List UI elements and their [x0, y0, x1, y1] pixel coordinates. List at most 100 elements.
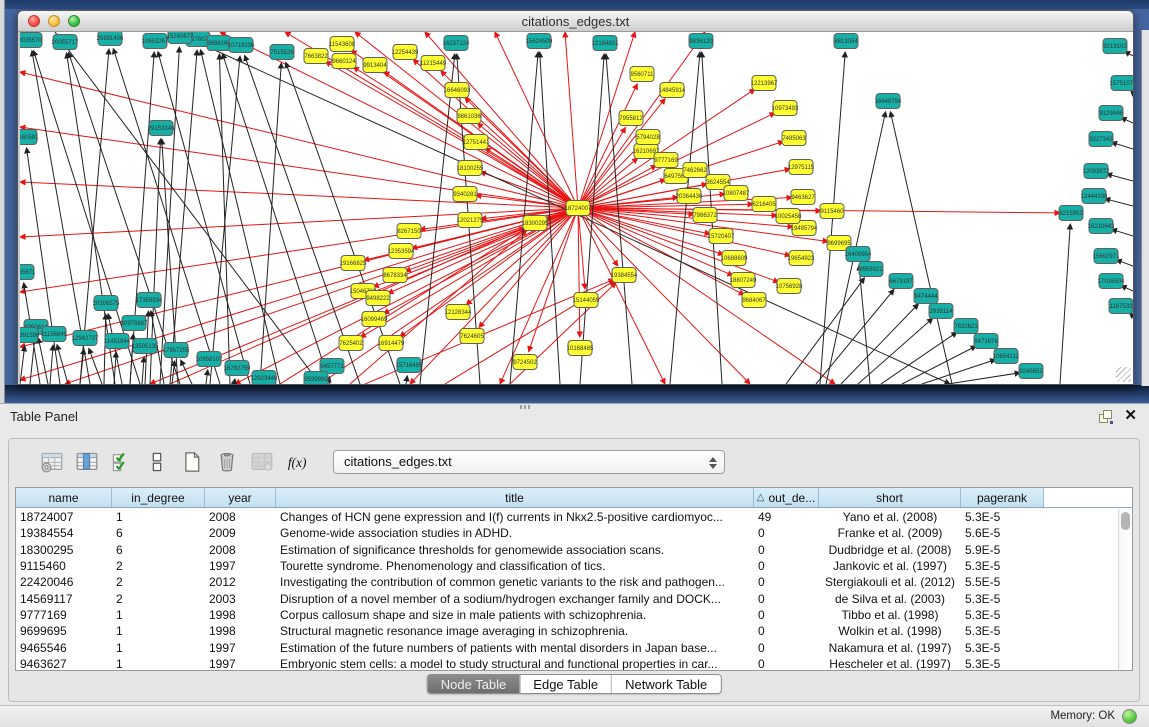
graph-node[interactable]: 16648794 [875, 94, 902, 109]
cell-pagerank[interactable]: 5.3E-5 [961, 608, 1044, 622]
graph-node[interactable]: 26160591 [20, 130, 39, 145]
graph-node[interactable]: 9227343 [1089, 132, 1113, 147]
graph-node[interactable]: 18724007 [565, 201, 592, 216]
panel-resize-grip[interactable] [520, 405, 532, 409]
graph-node[interactable]: 9599995 [304, 372, 328, 385]
graph-node[interactable]: 20206575 [93, 296, 120, 311]
stacked-checkboxes-icon[interactable] [144, 449, 170, 475]
graph-node[interactable]: 12444190 [1081, 189, 1108, 204]
cell-out_degree[interactable]: 0 [754, 559, 819, 573]
graph-node[interactable]: 12353594 [388, 244, 415, 259]
cell-in_degree[interactable]: 2 [112, 559, 205, 573]
graph-node[interactable]: 16782759 [224, 361, 251, 376]
graph-node[interactable]: 16409954 [845, 247, 872, 262]
column-header-name[interactable]: name [16, 488, 112, 507]
graph-node[interactable]: 25991406 [97, 32, 124, 46]
cell-year[interactable]: 2012 [205, 575, 276, 589]
graph-node[interactable]: 8215953 [1059, 206, 1083, 221]
float-panel-icon[interactable] [1099, 410, 1112, 423]
cell-in_degree[interactable]: 2 [112, 592, 205, 606]
graph-node[interactable]: 7515526 [270, 45, 294, 60]
graph-node[interactable]: 9498222 [366, 291, 390, 306]
cell-out_degree[interactable]: 0 [754, 543, 819, 557]
column-header-pagerank[interactable]: pagerank [961, 488, 1044, 507]
control-panel-edge[interactable] [0, 0, 5, 403]
cell-out_degree[interactable]: 0 [754, 592, 819, 606]
graph-node[interactable]: 18100255 [457, 161, 484, 176]
graph-node[interactable]: 9115460 [820, 204, 844, 219]
cell-in_degree[interactable]: 1 [112, 657, 205, 670]
graph-node[interactable]: 11156849 [41, 327, 67, 342]
window-resize-grip[interactable] [1116, 367, 1131, 382]
graph-node[interactable]: 19654923 [788, 251, 815, 266]
graph-node[interactable]: 16210643 [1088, 219, 1115, 234]
cell-year[interactable]: 1998 [205, 608, 276, 622]
create-new-table-icon[interactable] [179, 449, 205, 475]
graph-node[interactable]: 2935114 [929, 304, 953, 319]
graph-node[interactable]: 17016504 [1098, 274, 1125, 289]
graph-node[interactable]: 7663822 [304, 49, 328, 64]
cell-in_degree[interactable]: 2 [112, 575, 205, 589]
column-header-title[interactable]: title [276, 488, 754, 507]
graph-node[interactable]: 7625402 [339, 336, 363, 351]
graph-node[interactable]: 12923448 [251, 371, 278, 385]
cell-name[interactable]: 22420046 [16, 575, 112, 589]
graph-node[interactable]: 8267150 [397, 224, 421, 239]
graph-node[interactable]: 10835671 [20, 265, 36, 280]
table-row[interactable]: 946362711997Embryonic stem cells: a mode… [16, 656, 1118, 670]
cell-out_degree[interactable]: 0 [754, 624, 819, 638]
graph-node[interactable]: 7955812 [619, 111, 643, 126]
graph-node[interactable]: 17359934 [136, 293, 163, 308]
cell-pagerank[interactable]: 5.3E-5 [961, 624, 1044, 638]
graph-node[interactable]: 18807249 [730, 273, 757, 288]
tab-node-table[interactable]: Node Table [428, 675, 520, 693]
graph-node[interactable]: 7462662 [683, 163, 707, 178]
graph-node[interactable]: 9660124 [332, 54, 356, 69]
graph-node[interactable]: 10168485 [567, 341, 594, 356]
cell-title[interactable]: Structural magnetic resonance image aver… [276, 624, 754, 638]
graph-node[interactable]: 18300295 [522, 216, 549, 231]
graph-node[interactable]: 8471676 [974, 334, 998, 349]
graph-node[interactable]: 9474444 [914, 289, 938, 304]
graph-node[interactable]: 10025458 [775, 209, 802, 224]
cell-short[interactable]: Jankovic et al. (1997) [819, 559, 961, 573]
cell-out_degree[interactable]: 0 [754, 526, 819, 540]
graph-node[interactable]: 9836120 [689, 34, 713, 49]
cell-out_degree[interactable]: 0 [754, 657, 819, 670]
cell-title[interactable]: Genome-wide association studies in ADHD. [276, 526, 754, 540]
cell-title[interactable]: Embryonic stem cells: a model to study s… [276, 657, 754, 670]
graph-node[interactable]: 12254439 [392, 45, 419, 60]
select-apply-icon[interactable] [109, 449, 135, 475]
graph-node[interactable]: 12751441 [463, 135, 490, 150]
minimize-window-icon[interactable] [48, 15, 60, 27]
cell-pagerank[interactable]: 5.6E-5 [961, 526, 1044, 540]
cell-short[interactable]: Dudbridge et al. (2008) [819, 543, 961, 557]
cell-name[interactable]: 9699695 [16, 624, 112, 638]
cell-short[interactable]: Yano et al. (2008) [819, 510, 961, 524]
cell-short[interactable]: de Silva et al. (2003) [819, 592, 961, 606]
cell-out_degree[interactable]: 0 [754, 608, 819, 622]
tab-edge-table[interactable]: Edge Table [519, 675, 611, 693]
close-panel-icon[interactable]: ✕ [1124, 406, 1137, 424]
graph-node[interactable]: 15240677 [167, 32, 194, 44]
cell-out_degree[interactable]: 0 [754, 575, 819, 589]
table-column-settings-icon[interactable] [39, 449, 65, 475]
graph-node[interactable]: 10653267 [142, 34, 169, 49]
cell-in_degree[interactable]: 1 [112, 624, 205, 638]
graph-node[interactable]: 9463627 [791, 190, 815, 205]
table-row[interactable]: 946554611997Estimation of the future num… [16, 639, 1118, 655]
graph-node[interactable]: 8813054 [834, 34, 858, 49]
graph-node[interactable]: 7624605 [460, 329, 484, 344]
import-table-disabled-icon[interactable] [249, 449, 275, 475]
graph-node[interactable]: 10973493 [772, 101, 799, 116]
column-header-short[interactable]: short [819, 488, 961, 507]
graph-node[interactable]: 16646093 [444, 83, 471, 98]
cell-in_degree[interactable]: 6 [112, 526, 205, 540]
graph-node[interactable]: 15720407 [708, 229, 735, 244]
graph-node[interactable]: 1167533 [1109, 299, 1133, 314]
cell-short[interactable]: Nakamura et al. (1997) [819, 641, 961, 655]
table-row[interactable]: 969969511998Structural magnetic resonanc… [16, 623, 1118, 639]
graph-node[interactable]: 9777169 [654, 153, 678, 168]
graph-node[interactable]: 9245652 [1019, 364, 1043, 379]
cell-year[interactable]: 2003 [205, 592, 276, 606]
